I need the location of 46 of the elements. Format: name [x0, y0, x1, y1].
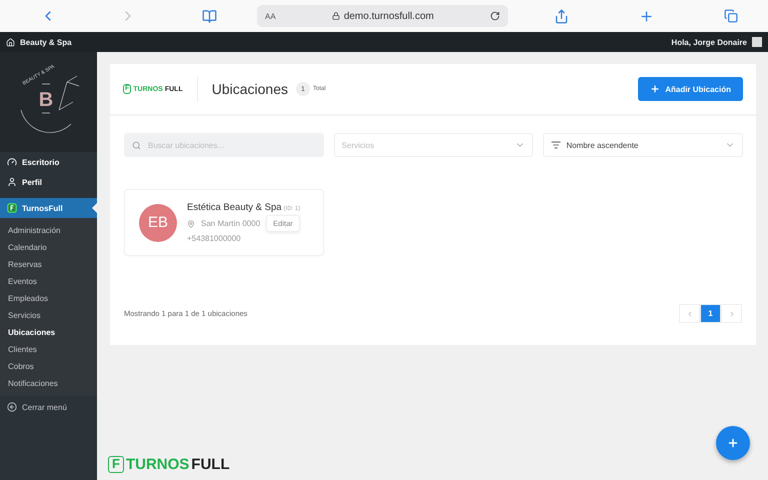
location-address: San Martín 0000: [201, 219, 260, 228]
greeting[interactable]: Hola, Jorge Donaire: [671, 38, 747, 46]
sidebar-item[interactable]: Escritorio: [0, 152, 97, 172]
search-icon: [132, 140, 141, 150]
turnosfull-logo: F TURNOSFULL: [108, 456, 756, 473]
add-location-button[interactable]: Añadir Ubicación: [638, 77, 743, 101]
page-button[interactable]: 1: [700, 304, 721, 323]
submenu-item[interactable]: Calendario: [0, 239, 97, 256]
submenu-item[interactable]: Ubicaciones: [0, 324, 97, 341]
search-field[interactable]: Buscar ubicaciones...: [124, 133, 324, 157]
dashboard-icon: [7, 157, 17, 167]
calendar-logo-icon: [7, 203, 17, 213]
plus-icon[interactable]: [639, 8, 654, 24]
home-icon: [6, 38, 15, 46]
map-pin-icon: [187, 220, 195, 228]
location-phone: +54381000000: [187, 234, 242, 243]
submenu-item[interactable]: Reservas: [0, 256, 97, 273]
site-name[interactable]: Beauty & Spa: [20, 38, 72, 46]
search-input[interactable]: Buscar ubicaciones...: [146, 140, 316, 150]
submenu-item[interactable]: Cobros: [0, 358, 97, 375]
lock-icon: [332, 12, 340, 20]
text-size-button[interactable]: AA: [265, 12, 276, 20]
collapse-icon: [7, 402, 17, 412]
submenu-item[interactable]: Clientes: [0, 341, 97, 358]
plus-icon: [727, 437, 739, 449]
collapse-menu-link[interactable]: Cerrar menú: [22, 402, 67, 412]
page-title: Ubicaciones: [212, 81, 288, 97]
submenu-item[interactable]: Eventos: [0, 273, 97, 290]
initials-avatar: EB: [139, 204, 177, 242]
sidebar-item[interactable]: Perfil: [0, 172, 97, 192]
sidebar-item[interactable]: TurnosFull: [0, 198, 97, 218]
url-text: demo.turnosfull.com: [344, 10, 434, 22]
user-icon: [7, 177, 17, 187]
reload-icon[interactable]: [490, 11, 500, 21]
submenu-item[interactable]: Servicios: [0, 307, 97, 324]
address-bar[interactable]: AA demo.turnosfull.com: [257, 5, 508, 27]
share-icon[interactable]: [554, 8, 569, 24]
tabs-icon[interactable]: [724, 9, 738, 23]
sort-icon: [551, 140, 562, 150]
submenu-item[interactable]: Notificaciones: [0, 375, 97, 392]
sort-select[interactable]: Nombre ascendente: [543, 133, 743, 157]
book-icon[interactable]: [202, 8, 217, 24]
add-button[interactable]: [716, 426, 750, 460]
plus-icon: [650, 84, 660, 94]
submenu-item[interactable]: Administración: [0, 222, 97, 239]
submenu-item[interactable]: Empleados: [0, 290, 97, 307]
